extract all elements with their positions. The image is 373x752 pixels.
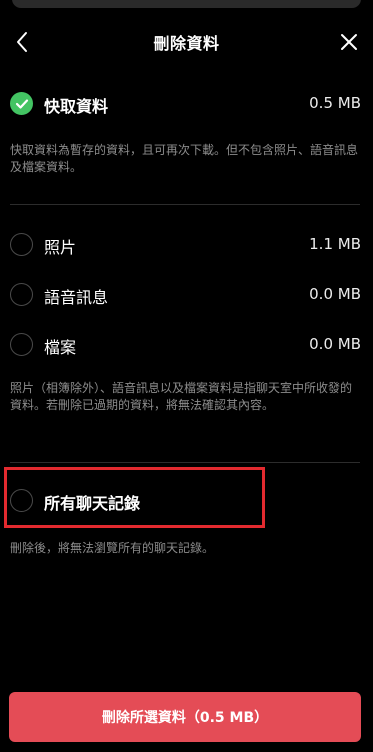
option-size: 0.0 MB [309, 285, 361, 303]
close-icon [341, 34, 357, 50]
header: 刪除資料 [0, 20, 373, 64]
option-photos[interactable]: 照片 1.1 MB [0, 225, 373, 265]
option-files[interactable]: 檔案 0.0 MB [0, 325, 373, 365]
media-description: 照片（相簿除外）、語音訊息以及檔案資料是指聊天室中所收發的資料。若刪除已過期的資… [10, 381, 353, 412]
chat-description: 刪除後，將無法瀏覽所有的聊天記錄。 [10, 541, 215, 555]
delete-button-label: 刪除所選資料（0.5 MB） [101, 710, 269, 726]
highlight-box [4, 467, 265, 528]
divider [10, 204, 360, 205]
close-button[interactable] [331, 24, 367, 60]
sheet-handle [12, 0, 361, 8]
checkbox-photos[interactable] [10, 233, 33, 256]
checkmark-icon [15, 98, 28, 109]
option-cache[interactable]: 快取資料 0.5 MB [0, 84, 373, 124]
cache-description: 快取資料為暫存的資料，且可再次下載。但不包含照片、語音訊息及檔案資料。 [10, 143, 359, 174]
checkbox-cache[interactable] [10, 92, 33, 115]
delete-selected-button[interactable]: 刪除所選資料（0.5 MB） [9, 692, 361, 742]
option-size: 1.1 MB [309, 235, 361, 253]
option-voice-messages[interactable]: 語音訊息 0.0 MB [0, 275, 373, 315]
option-size: 0.0 MB [309, 335, 361, 353]
page-title: 刪除資料 [153, 34, 220, 53]
option-label: 檔案 [44, 338, 77, 357]
checkbox-voice-messages[interactable] [10, 283, 33, 306]
option-label: 快取資料 [44, 97, 109, 116]
option-size: 0.5 MB [309, 94, 361, 112]
option-label: 照片 [44, 238, 77, 257]
option-label: 語音訊息 [44, 288, 109, 307]
checkbox-files[interactable] [10, 333, 33, 356]
divider [10, 462, 360, 463]
